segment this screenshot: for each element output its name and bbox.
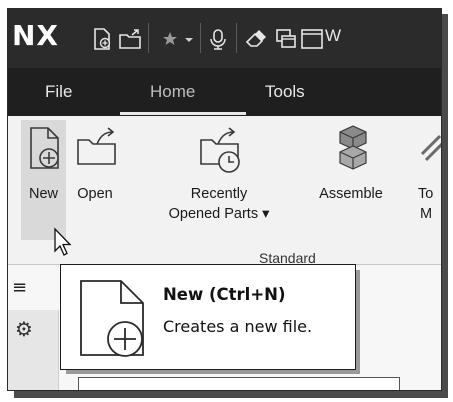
tooltip: New (Ctrl+N) Creates a new file. — [60, 264, 356, 370]
tooltip-description: Creates a new file. — [163, 317, 313, 336]
title-bar: NX W — [8, 9, 441, 68]
eraser-icon[interactable] — [244, 27, 268, 51]
application-window: NX W File Home Tools New Open Recently O… — [7, 8, 442, 391]
menu-home[interactable]: Home — [150, 82, 195, 102]
gear-icon[interactable]: ⚙ — [15, 317, 33, 341]
resource-bar: ⚙ — [8, 310, 59, 390]
tooltip-title: New (Ctrl+N) — [163, 285, 286, 304]
open-file-icon[interactable] — [118, 27, 142, 51]
toolbar-separator — [200, 23, 201, 53]
tool-label-line1: To — [418, 186, 434, 202]
mouse-cursor-icon — [54, 227, 72, 256]
menu-bar: File Home Tools — [8, 68, 441, 116]
window-copy-icon[interactable] — [274, 27, 298, 51]
nx-logo: NX — [12, 19, 60, 52]
tool-label-line2: M — [420, 206, 433, 222]
recent-files-icon — [200, 127, 240, 173]
favorites-star-icon[interactable] — [158, 27, 182, 51]
toolbar-separator — [236, 23, 237, 53]
tool-icon — [420, 134, 441, 162]
assemble-cubes-icon — [339, 125, 367, 170]
menu-tools[interactable]: Tools — [265, 82, 305, 102]
new-file-large-icon — [80, 280, 144, 357]
title-overflow-text: W — [325, 26, 342, 45]
recent-label-line2: Opened Parts ▾ — [168, 206, 270, 222]
recently-opened-parts-button[interactable]: Recently Opened Parts ▾ — [164, 120, 274, 240]
menu-file[interactable]: File — [45, 82, 72, 102]
microphone-icon[interactable] — [206, 27, 230, 51]
new-file-icon[interactable] — [90, 27, 114, 51]
recent-label-line1: Recently — [190, 186, 248, 202]
open-button-label: Open — [77, 186, 113, 202]
new-file-icon — [30, 127, 59, 169]
favorites-dropdown-icon[interactable] — [182, 27, 196, 51]
assemble-button[interactable]: Assemble — [315, 120, 387, 220]
toolbar-separator — [148, 23, 149, 53]
tool-button-partial[interactable]: To M — [412, 120, 441, 240]
window-icon[interactable] — [300, 27, 324, 51]
open-button[interactable]: Open — [70, 120, 120, 220]
new-button-label: New — [28, 186, 58, 202]
open-folder-icon — [77, 127, 116, 165]
active-tab-indicator — [120, 112, 246, 115]
new-button[interactable]: New — [21, 120, 66, 240]
assemble-button-label: Assemble — [319, 186, 383, 202]
navigator-panel[interactable] — [78, 377, 400, 390]
hamburger-menu-icon[interactable]: ≡ — [12, 277, 27, 298]
